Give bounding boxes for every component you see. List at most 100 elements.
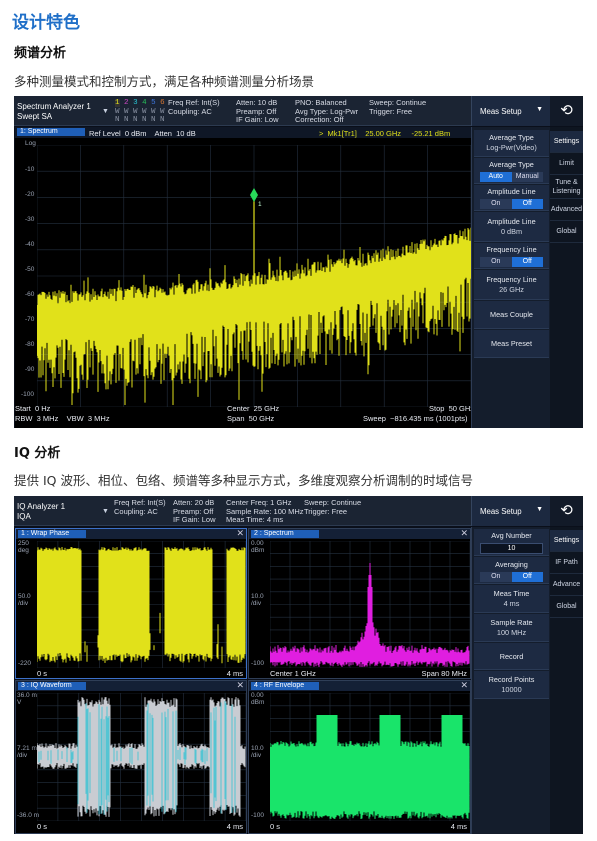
status-header: Spectrum Analyzer 1 Swept SA ▼ 1 2 3 4 5… [14,96,471,126]
meas-setup-menu[interactable]: Meas Setup ▼ [471,496,550,526]
sample-rate-label: Sample Rate [490,618,533,627]
window-label: 3 : IQ Waveform [18,682,86,690]
close-icon[interactable]: ✕ [460,529,468,539]
freq-line-value: 26 GHz [499,285,524,294]
amp-off-option[interactable]: Off [511,199,543,209]
window-spectrum[interactable]: 2 : Spectrum ✕ 0.00 dBm 10.0 /div -100 C… [248,528,471,679]
footer-span: Span 50 GHz [227,414,275,423]
app-title: IQ Analyzer 1 [17,502,66,511]
info-freq-ref: Freq Ref: Int(S) Coupling: AC [114,498,166,516]
trace-5-num: 5 [151,99,156,107]
close-icon[interactable]: ✕ [236,529,244,539]
y-tick: -50 [25,266,35,273]
app-mode: Swept SA [17,112,53,121]
tab-advance[interactable]: Advance [550,574,583,596]
footer-rbw: RBW 3 MHz VBW 3 MHz [15,414,110,423]
meas-setup-label: Meas Setup [480,507,522,516]
meas-couple-button[interactable]: Meas Couple [474,301,549,329]
record-points-button[interactable]: Record Points 10000 [474,671,549,699]
tab-global[interactable]: Global [550,221,583,243]
envelope-trace [270,715,470,819]
trace-indicator[interactable]: 1 2 3 4 5 6 W W W W W W N N N N N N [115,99,165,125]
marker-number: 1 [258,201,262,208]
return-icon[interactable]: ⟲ [550,96,583,126]
window-label: 1 : Wrap Phase [18,530,86,538]
window-label[interactable]: 1: Spectrum [17,128,85,136]
tab-advanced[interactable]: Advanced [550,199,583,221]
iq-waveform-trace [37,693,246,821]
averaging-button[interactable]: Averaging On Off [474,557,549,584]
manual-option[interactable]: Manual [511,172,543,182]
y-tick: -10 [25,166,35,173]
tab-global[interactable]: Global [550,596,583,618]
marker-diamond [250,188,258,202]
x-right-label: 4 ms [450,822,467,831]
meas-time-button[interactable]: Meas Time 4 ms [474,585,549,613]
averaging-on-option[interactable]: On [480,572,512,582]
iq-analyzer-screenshot: IQ Analyzer 1 IQA ▼ Freq Ref: Int(S) Cou… [14,496,583,834]
marker-readout: > Mk1[Tr1] 25.00 GHz -25.21 dBm [319,129,451,138]
window-wrap-phase[interactable]: 1 : Wrap Phase ✕ 250 deg 50.0 /div -220 … [15,528,247,679]
avg-type-value: Log-Pwr(Video) [486,143,537,152]
iq-spectrum-trace [270,541,470,668]
meas-time-value: 4 ms [503,599,520,608]
amp-on-option[interactable]: On [480,199,512,209]
tab-settings[interactable]: Settings [550,530,583,552]
info-sweep: Sweep: Continue Trigger: Free [369,98,427,116]
sample-rate-button[interactable]: Sample Rate 100 MHz [474,614,549,642]
meas-setup-menu[interactable]: Meas Setup ▼ [471,96,550,126]
y-bottom-label: -100 [251,812,265,819]
freq-line-value-button[interactable]: Frequency Line 26 GHz [474,270,549,300]
window-label: 4 : RF Envelope [251,682,319,690]
y-scale-label: 50.0 /div [18,593,31,607]
app-title-block[interactable]: Spectrum Analyzer 1 Swept SA [17,102,91,122]
ref-level: Ref Level 0 dBm Atten 10 dB [89,129,196,138]
y-top-label: 0.00 dBm [251,540,265,554]
tab-tune-listening[interactable]: Tune & Listening [550,175,583,199]
freq-line-toggle-label: Frequency Line [486,245,537,254]
wrap-phase-trace [37,541,246,668]
averaging-off-option[interactable]: Off [511,572,543,582]
avg-type-mode-button[interactable]: Average Type Auto Manual [474,158,549,184]
amp-line-value-button[interactable]: Amplitude Line 0 dBm [474,212,549,242]
app-title: Spectrum Analyzer 1 [17,102,91,111]
y-tick: -40 [25,241,35,248]
x-right-label: Span 80 MHz [421,669,467,678]
info-freq-ref: Freq Ref: Int(S) Coupling: AC [168,98,220,116]
status-header: IQ Analyzer 1 IQA ▼ Freq Ref: Int(S) Cou… [14,496,471,526]
softkey-panel: Avg Number 10 Averaging On Off Meas Time … [471,527,550,834]
freq-line-toggle-button[interactable]: Frequency Line On Off [474,243,549,269]
y-top-label: 250 deg [18,540,29,554]
app-mode: IQA [17,512,31,521]
close-icon[interactable]: ✕ [236,681,244,691]
mode-dropdown-icon[interactable]: ▼ [102,508,109,515]
y-bottom-label: -220 [18,660,32,667]
tab-settings[interactable]: Settings [550,131,583,153]
auto-option[interactable]: Auto [480,172,512,182]
footer-start: Start 0 Hz [15,404,51,413]
avg-number-button[interactable]: Avg Number 10 [474,529,549,556]
log-label: Log [25,140,36,147]
spectrum-analyzer-screenshot: Spectrum Analyzer 1 Swept SA ▼ 1 2 3 4 5… [14,96,583,428]
app-title-block[interactable]: IQ Analyzer 1 IQA [17,502,65,522]
avg-type-button[interactable]: Average Type Log-Pwr(Video) [474,130,549,157]
record-points-label: Record Points [488,675,535,684]
close-icon[interactable]: ✕ [460,681,468,691]
record-button[interactable]: Record [474,643,549,670]
window-iq-waveform[interactable]: 3 : IQ Waveform ✕ 36.0 m V 7.21 m /div -… [15,680,247,834]
mode-dropdown-icon[interactable]: ▼ [102,108,109,115]
window-label: 2 : Spectrum [251,530,319,538]
meas-time-label: Meas Time [493,589,530,598]
window-rf-envelope[interactable]: 4 : RF Envelope ✕ 0.00 dBm 10.0 /div -10… [248,680,471,834]
avg-type-label: Average Type [489,133,534,142]
meas-preset-button[interactable]: Meas Preset [474,330,549,358]
return-icon[interactable]: ⟲ [550,496,583,526]
freq-on-option[interactable]: On [480,257,512,267]
tab-limit[interactable]: Limit [550,153,583,175]
amp-line-toggle-button[interactable]: Amplitude Line On Off [474,185,549,211]
tab-if-path[interactable]: IF Path [550,552,583,574]
section-title-iq: IQ 分析 [14,446,61,461]
section-desc-spectrum: 多种测量模式和控制方式，满足各种频谱测量分析场景 [14,74,315,89]
freq-off-option[interactable]: Off [511,257,543,267]
avg-number-value[interactable]: 10 [480,543,543,554]
